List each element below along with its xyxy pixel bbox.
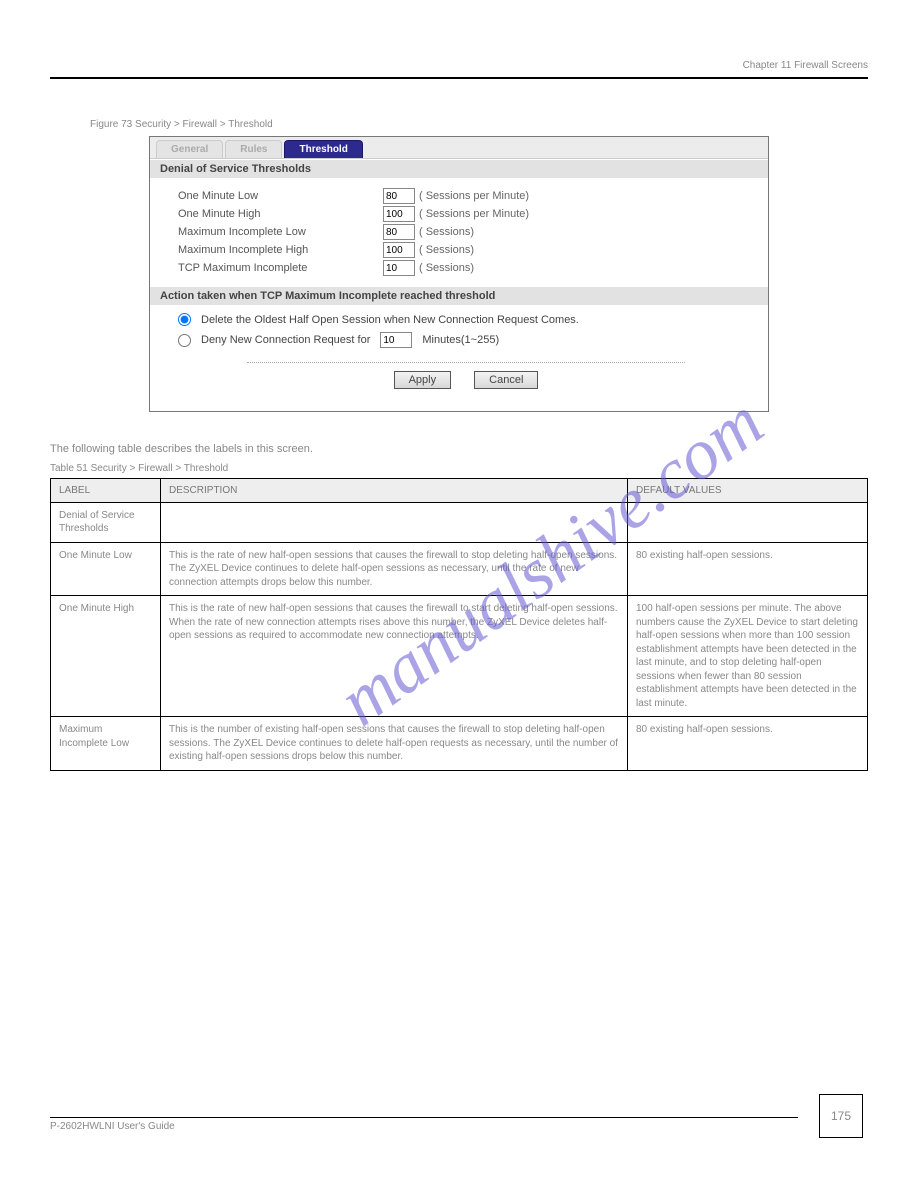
label-one-minute-low: One Minute Low — [178, 190, 383, 202]
footer-text: P-2602HWLNI User's Guide — [50, 1121, 175, 1132]
top-rule — [50, 77, 868, 79]
table-row: One Minute High This is the rate of new … — [51, 596, 868, 717]
tab-bar: General Rules Threshold — [150, 137, 768, 159]
table-row: One Minute Low This is the rate of new h… — [51, 542, 868, 596]
divider — [247, 362, 685, 363]
input-tcp-max-inc[interactable] — [383, 260, 415, 276]
table-row: Denial of Service Thresholds — [51, 502, 868, 542]
input-max-inc-low[interactable] — [383, 224, 415, 240]
cell: 80 existing half-open sessions. — [628, 717, 868, 771]
tab-general[interactable]: General — [156, 140, 223, 158]
figure-caption: Figure 73 Security > Firewall > Threshol… — [90, 119, 868, 130]
unit-one-minute-low: ( Sessions per Minute) — [419, 190, 529, 202]
th-label: LABEL — [51, 478, 161, 502]
cancel-button[interactable]: Cancel — [474, 371, 538, 389]
apply-button[interactable]: Apply — [394, 371, 452, 389]
label-max-inc-high: Maximum Incomplete High — [178, 244, 383, 256]
label-deny-new-post: Minutes(1~255) — [422, 334, 499, 346]
cell: This is the number of existing half-open… — [161, 717, 628, 771]
input-one-minute-high[interactable] — [383, 206, 415, 222]
cell — [161, 502, 628, 542]
input-one-minute-low[interactable] — [383, 188, 415, 204]
cell — [628, 502, 868, 542]
cell: 100 half-open sessions per minute. The a… — [628, 596, 868, 717]
label-one-minute-high: One Minute High — [178, 208, 383, 220]
th-default: DEFAULT VALUES — [628, 478, 868, 502]
input-deny-minutes[interactable] — [380, 332, 412, 348]
unit-one-minute-high: ( Sessions per Minute) — [419, 208, 529, 220]
cell: 80 existing half-open sessions. — [628, 542, 868, 596]
tab-rules[interactable]: Rules — [225, 140, 282, 158]
table-note: The following table describes the labels… — [50, 442, 868, 457]
radio-delete-oldest[interactable] — [178, 313, 191, 326]
label-tcp-max-inc: TCP Maximum Incomplete — [178, 262, 383, 274]
section-dos-thresholds: Denial of Service Thresholds — [150, 159, 768, 178]
cell: Maximum Incomplete Low — [51, 717, 161, 771]
dos-form: One Minute Low ( Sessions per Minute) On… — [150, 178, 768, 286]
cell: This is the rate of new half-open sessio… — [161, 542, 628, 596]
unit-max-inc-low: ( Sessions) — [419, 226, 474, 238]
th-description: DESCRIPTION — [161, 478, 628, 502]
cell: One Minute High — [51, 596, 161, 717]
unit-max-inc-high: ( Sessions) — [419, 244, 474, 256]
radio-deny-new[interactable] — [178, 334, 191, 347]
cell: Denial of Service Thresholds — [51, 502, 161, 542]
unit-tcp-max-inc: ( Sessions) — [419, 262, 474, 274]
firewall-threshold-panel: General Rules Threshold Denial of Servic… — [149, 136, 769, 412]
cell: One Minute Low — [51, 542, 161, 596]
section-action-taken: Action taken when TCP Maximum Incomplete… — [150, 286, 768, 305]
table-row: Maximum Incomplete Low This is the numbe… — [51, 717, 868, 771]
tab-threshold[interactable]: Threshold — [284, 140, 362, 158]
label-delete-oldest: Delete the Oldest Half Open Session when… — [201, 314, 579, 326]
label-deny-new-pre: Deny New Connection Request for — [201, 334, 370, 346]
bottom-rule — [50, 1117, 798, 1118]
label-max-inc-low: Maximum Incomplete Low — [178, 226, 383, 238]
threshold-description-table: LABEL DESCRIPTION DEFAULT VALUES Denial … — [50, 478, 868, 771]
action-form: Delete the Oldest Half Open Session when… — [150, 305, 768, 411]
page-number: 175 — [819, 1094, 863, 1138]
cell: This is the rate of new half-open sessio… — [161, 596, 628, 717]
chapter-header: Chapter 11 Firewall Screens — [50, 60, 868, 71]
table-caption: Table 51 Security > Firewall > Threshold — [50, 463, 868, 474]
input-max-inc-high[interactable] — [383, 242, 415, 258]
